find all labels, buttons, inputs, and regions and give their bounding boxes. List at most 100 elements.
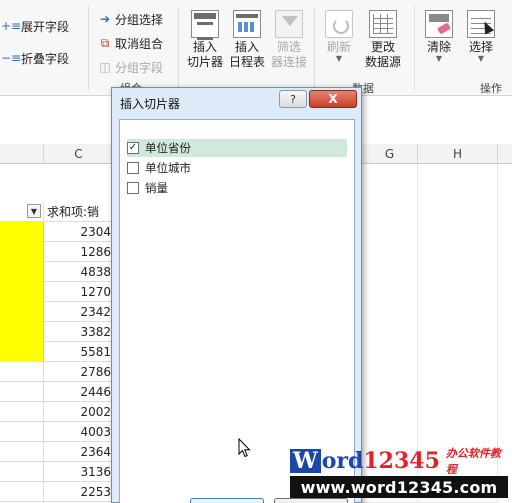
refresh-button[interactable]: 刷新 ▼: [316, 10, 362, 63]
insert-slicer-dialog: 插入切片器 ? X ✓ 单位省份 单位城市 销量: [111, 87, 362, 503]
ungroup-label: 取消组合: [115, 36, 164, 51]
value-cell[interactable]: 3136: [44, 462, 114, 482]
ribbon-separator: [314, 6, 315, 90]
value-cell[interactable]: 2002: [44, 402, 114, 422]
data-source-icon: [369, 10, 397, 38]
ribbon-separator: [414, 6, 415, 90]
timeline-icon: [233, 10, 261, 38]
change-source-label-2: 数据源: [364, 55, 401, 69]
value-cell[interactable]: 3382: [44, 322, 114, 342]
watermark-brand: W ord 12345 办公软件教程: [290, 447, 510, 476]
insert-timeline-label-2: 日程表: [228, 55, 265, 69]
pivot-row-header-cell[interactable]: ▼: [0, 202, 44, 222]
slicer-icon: [191, 10, 219, 40]
group-field-button[interactable]: ◫ 分组字段: [98, 57, 163, 77]
checkbox-icon[interactable]: [127, 182, 139, 194]
row-label-cell[interactable]: [0, 422, 44, 442]
ok-button[interactable]: [190, 498, 264, 503]
row-label-cell[interactable]: [0, 382, 44, 402]
value-cell[interactable]: 2364: [44, 442, 114, 462]
row-filter-dropdown[interactable]: ▼: [27, 204, 41, 218]
arrow-right-icon: ➔: [99, 12, 111, 26]
expand-icon: +≡: [0, 19, 22, 33]
insert-timeline-button[interactable]: 插入 日程表: [224, 10, 270, 70]
row-label-cell[interactable]: [0, 302, 44, 322]
change-source-label-1: 更改: [370, 40, 395, 54]
checkbox-checked-icon[interactable]: ✓: [127, 142, 139, 154]
group-selection-label: 分组选择: [115, 12, 164, 27]
filter-connections-button[interactable]: 筛选 器连接: [266, 10, 312, 70]
select-label: 选择: [468, 40, 493, 54]
row-label-cell[interactable]: [0, 362, 44, 382]
filter-connections-label-1: 筛选: [276, 40, 301, 54]
field-label: 销量: [145, 181, 168, 195]
group-selection-button[interactable]: ➔ 分组选择: [98, 9, 163, 29]
value-cell[interactable]: 2253: [44, 482, 114, 502]
value-header-text: 求和项:销: [47, 205, 100, 219]
value-cell[interactable]: 4003: [44, 422, 114, 442]
clear-label: 清除: [426, 40, 451, 54]
row-label-cell[interactable]: [0, 282, 44, 302]
value-cell[interactable]: 2304: [44, 222, 114, 242]
chevron-down-icon: ▼: [435, 54, 443, 63]
dialog-title: 插入切片器: [120, 97, 181, 111]
watermark-logo: W ord 12345 办公软件教程 www.word12345.com: [288, 447, 510, 500]
field-label: 单位省份: [145, 141, 191, 155]
select-button[interactable]: 选择 ▼: [458, 10, 504, 63]
pivot-value-header-cell[interactable]: 求和项:销: [44, 202, 114, 222]
row-label-cell[interactable]: [0, 342, 44, 362]
row-label-cell[interactable]: [0, 442, 44, 462]
row-label-cell[interactable]: [0, 482, 44, 502]
row-label-cell[interactable]: [0, 222, 44, 242]
row-label-cell[interactable]: [0, 462, 44, 482]
watermark-url: www.word12345.com: [290, 476, 508, 498]
insert-timeline-label-1: 插入: [234, 40, 259, 54]
value-cell[interactable]: 2342: [44, 302, 114, 322]
refresh-icon: [325, 10, 353, 38]
ribbon-separator: [178, 6, 179, 90]
insert-slicer-button[interactable]: 插入 切片器: [182, 10, 228, 70]
value-cell[interactable]: 1286: [44, 242, 114, 262]
ungroup-button[interactable]: ⧉ 取消组合: [98, 33, 163, 53]
row-label-cell[interactable]: [0, 322, 44, 342]
row-label-cell[interactable]: [0, 242, 44, 262]
chevron-down-icon: ▼: [477, 54, 485, 63]
column-header-g[interactable]: G: [362, 144, 418, 164]
field-item-province[interactable]: ✓ 单位省份: [127, 139, 347, 157]
column-header-b[interactable]: [0, 144, 44, 164]
row-label-cell[interactable]: [0, 262, 44, 282]
insert-slicer-label-2: 切片器: [186, 55, 223, 69]
value-cell[interactable]: 4838: [44, 262, 114, 282]
field-item-city[interactable]: 单位城市: [127, 159, 347, 177]
help-button[interactable]: ?: [279, 90, 307, 108]
checkbox-icon[interactable]: [127, 162, 139, 174]
column-header-c[interactable]: C: [44, 144, 114, 164]
row-label-cell[interactable]: [0, 402, 44, 422]
filter-connections-icon: [275, 10, 303, 38]
value-cell[interactable]: 5581: [44, 342, 114, 362]
change-source-button[interactable]: 更改 数据源: [360, 10, 406, 70]
chevron-down-icon: ▼: [335, 54, 343, 63]
watermark-w: W: [290, 448, 321, 474]
refresh-label: 刷新: [326, 40, 351, 54]
watermark-ord: ord: [321, 448, 364, 474]
field-item-sales[interactable]: 销量: [127, 179, 347, 197]
mouse-cursor-icon: [238, 438, 251, 458]
value-cell[interactable]: 1270: [44, 282, 114, 302]
close-button[interactable]: X: [309, 90, 357, 108]
ribbon-separator: [88, 6, 89, 90]
expand-field-label: 展开字段: [21, 19, 70, 34]
ungroup-icon: ⧉: [100, 35, 110, 50]
value-cell[interactable]: 2446: [44, 382, 114, 402]
value-cell[interactable]: 2786: [44, 362, 114, 382]
group-field-icon: ◫: [99, 60, 111, 74]
insert-slicer-label-1: 插入: [192, 40, 217, 54]
filter-connections-label-2: 器连接: [270, 55, 307, 69]
watermark-number: 12345: [363, 448, 440, 474]
collapse-field-label: 折叠字段: [21, 51, 70, 66]
collapse-field-button[interactable]: −≡ 折叠字段: [1, 48, 70, 68]
column-header-h[interactable]: H: [418, 144, 498, 164]
select-icon: [467, 10, 495, 38]
clear-button[interactable]: 清除 ▼: [416, 10, 462, 63]
expand-field-button[interactable]: +≡ 展开字段: [0, 16, 70, 36]
